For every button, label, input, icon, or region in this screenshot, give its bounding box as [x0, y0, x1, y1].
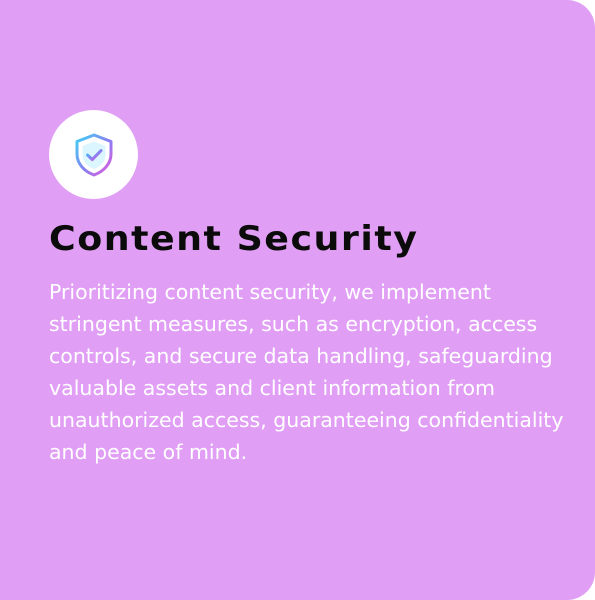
shield-check-icon — [75, 133, 112, 176]
card-description: Prioritizing content security, we implem… — [49, 280, 564, 464]
card-title: Content Security — [49, 219, 419, 259]
feature-card: Content Security Prioritizing content se… — [0, 0, 595, 600]
icon-badge — [49, 110, 138, 199]
